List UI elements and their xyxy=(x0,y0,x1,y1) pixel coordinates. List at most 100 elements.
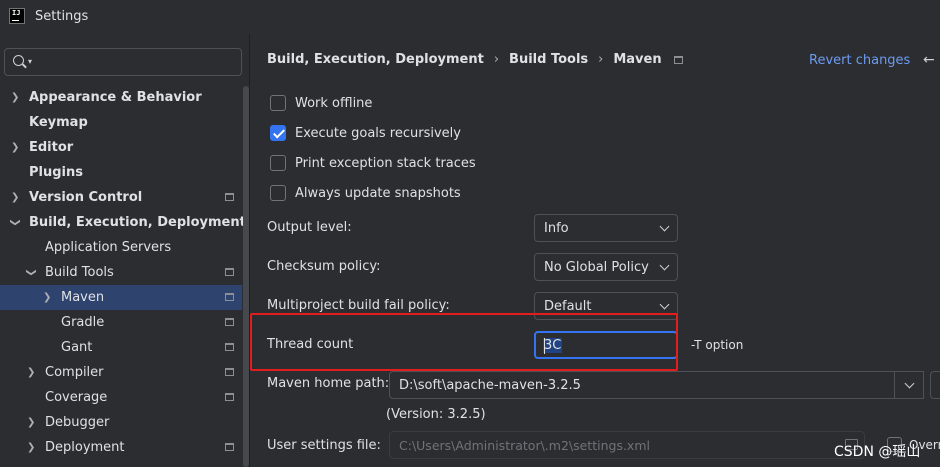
sidebar-item-label: Keymap xyxy=(29,115,88,130)
chevron-down-icon xyxy=(659,221,670,232)
chevron-right-icon: ❯ xyxy=(11,142,20,153)
output-level-label: Output level: xyxy=(267,220,352,235)
sidebar-item-deployment[interactable]: ❯ Deployment xyxy=(0,435,242,460)
always-update-label: Always update snapshots xyxy=(295,185,461,201)
breadcrumb-item[interactable]: Build Tools xyxy=(509,52,588,67)
text-caret xyxy=(544,338,545,354)
work-offline-option[interactable]: Work offline xyxy=(270,93,372,113)
chevron-right-icon: › xyxy=(493,52,500,67)
breadcrumb-item: Maven xyxy=(613,52,662,67)
sidebar-item-label: Gradle xyxy=(61,315,105,330)
work-offline-checkbox[interactable] xyxy=(270,95,286,111)
always-update-option[interactable]: Always update snapshots xyxy=(270,183,461,203)
execute-goals-label: Execute goals recursively xyxy=(295,125,461,141)
execute-goals-option[interactable]: Execute goals recursively xyxy=(270,123,461,143)
back-arrow-icon[interactable]: ← xyxy=(923,52,935,68)
intellij-logo-icon xyxy=(9,8,25,24)
project-settings-icon xyxy=(673,55,683,64)
project-settings-icon xyxy=(225,343,234,351)
breadcrumb: Build, Execution, Deployment › Build Too… xyxy=(267,52,683,67)
sidebar-item-coverage[interactable]: Coverage xyxy=(0,385,242,410)
sidebar-item-compiler[interactable]: ❯ Compiler xyxy=(0,360,242,385)
thread-count-input[interactable]: 3C xyxy=(534,331,678,359)
user-settings-value: C:\Users\Administrator\.m2\settings.xml xyxy=(399,438,650,453)
sidebar-item-debugger[interactable]: ❯ Debugger xyxy=(0,410,242,435)
project-settings-icon xyxy=(225,293,234,301)
title-bar: Settings xyxy=(0,0,940,34)
chevron-right-icon: ❯ xyxy=(11,192,20,203)
watermark: CSDN @瑶山 xyxy=(834,444,921,460)
chevron-down-icon xyxy=(904,378,915,389)
revert-changes-link[interactable]: Revert changes xyxy=(809,53,910,68)
chevron-down-icon: ❯ xyxy=(25,268,37,277)
sidebar-item-appearance[interactable]: ❯ Appearance & Behavior xyxy=(0,85,242,110)
project-settings-icon xyxy=(225,318,234,326)
output-level-value: Info xyxy=(544,221,569,236)
sidebar-item-label: Coverage xyxy=(45,390,108,405)
checksum-policy-dropdown[interactable]: No Global Policy xyxy=(534,253,678,281)
thread-count-hint: -T option xyxy=(691,338,744,352)
search-icon xyxy=(13,55,24,66)
sidebar-item-label: Deployment xyxy=(45,440,125,455)
chevron-right-icon: ❯ xyxy=(27,417,36,428)
multiproject-policy-value: Default xyxy=(544,299,592,314)
print-exception-label: Print exception stack traces xyxy=(295,155,476,171)
chevron-down-icon: ▾ xyxy=(28,57,33,66)
chevron-right-icon: ❯ xyxy=(43,292,52,303)
sidebar-scrollbar[interactable] xyxy=(243,86,249,467)
sidebar-item-label: Maven xyxy=(61,290,105,305)
window-title: Settings xyxy=(35,9,89,24)
output-level-dropdown[interactable]: Info xyxy=(534,214,678,242)
work-offline-label: Work offline xyxy=(295,95,373,111)
sidebar-item-build-execution-deployment[interactable]: ❯ Build, Execution, Deployment xyxy=(0,210,246,235)
sidebar-item-gradle[interactable]: Gradle xyxy=(0,310,242,335)
multiproject-policy-label: Multiproject build fail policy: xyxy=(267,298,450,313)
sidebar-item-label: Editor xyxy=(29,140,74,155)
browse-button[interactable] xyxy=(930,371,940,399)
sidebar-item-label: Application Servers xyxy=(45,240,172,255)
sidebar-item-gant[interactable]: Gant xyxy=(0,335,242,360)
sidebar-item-application-servers[interactable]: Application Servers xyxy=(0,235,242,260)
settings-search-input[interactable]: ▾ xyxy=(4,48,242,76)
multiproject-policy-dropdown[interactable]: Default xyxy=(534,292,678,320)
sidebar-item-label: Build, Execution, Deployment xyxy=(29,215,246,230)
settings-sidebar: ▾ ❯ Appearance & Behavior Keymap ❯ Edito… xyxy=(0,34,250,467)
sidebar-item-maven[interactable]: ❯ Maven xyxy=(0,285,242,310)
thread-count-label: Thread count xyxy=(267,337,354,352)
chevron-right-icon: ❯ xyxy=(27,367,36,378)
chevron-right-icon: › xyxy=(598,52,604,67)
project-settings-icon xyxy=(225,443,234,451)
sidebar-item-label: Build Tools xyxy=(45,265,114,280)
checksum-policy-label: Checksum policy: xyxy=(267,259,381,274)
maven-version: (Version: 3.2.5) xyxy=(386,407,486,422)
sidebar-item-version-control[interactable]: ❯ Version Control xyxy=(0,185,242,210)
sidebar-item-label: Version Control xyxy=(29,190,143,205)
sidebar-item-label: Gant xyxy=(61,340,93,355)
sidebar-item-label: Plugins xyxy=(29,165,83,180)
sidebar-item-label: Compiler xyxy=(45,365,104,380)
maven-home-value: D:\soft\apache-maven-3.2.5 xyxy=(399,378,581,393)
print-exception-option[interactable]: Print exception stack traces xyxy=(270,153,476,173)
execute-goals-checkbox[interactable] xyxy=(270,125,286,141)
maven-home-label: Maven home path: xyxy=(267,376,390,391)
sidebar-item-build-tools[interactable]: ❯ Build Tools xyxy=(0,260,242,285)
breadcrumb-item[interactable]: Build, Execution, Deployment xyxy=(267,52,484,67)
user-settings-label: User settings file: xyxy=(267,438,381,453)
thread-count-value: 3C xyxy=(543,338,563,353)
print-exception-checkbox[interactable] xyxy=(270,155,286,171)
maven-home-dropdown[interactable]: D:\soft\apache-maven-3.2.5 xyxy=(389,371,924,399)
sidebar-item-plugins[interactable]: Plugins xyxy=(0,160,242,185)
chevron-down-icon: ❯ xyxy=(9,218,21,227)
always-update-checkbox[interactable] xyxy=(270,185,286,201)
divider xyxy=(894,372,895,398)
sidebar-item-keymap[interactable]: Keymap xyxy=(0,110,242,135)
chevron-right-icon: ❯ xyxy=(27,442,36,453)
project-settings-icon xyxy=(225,268,234,276)
maven-settings-panel: Build, Execution, Deployment › Build Too… xyxy=(250,34,940,467)
user-settings-input[interactable]: C:\Users\Administrator\.m2\settings.xml xyxy=(389,431,865,459)
project-settings-icon xyxy=(225,393,234,401)
sidebar-item-editor[interactable]: ❯ Editor xyxy=(0,135,242,160)
sidebar-item-label: Debugger xyxy=(45,415,110,430)
project-settings-icon xyxy=(225,368,234,376)
checksum-policy-value: No Global Policy xyxy=(544,260,649,275)
